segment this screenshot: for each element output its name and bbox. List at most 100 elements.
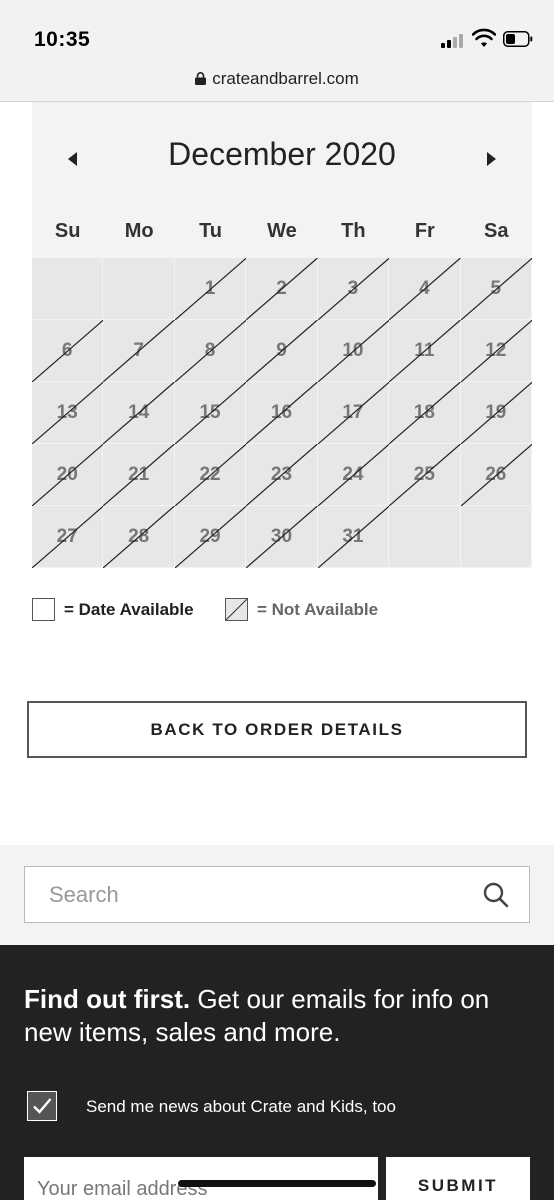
calendar-empty-cell bbox=[103, 258, 175, 320]
calendar-day: 16 bbox=[246, 382, 318, 444]
calendar-month-title: December 2020 bbox=[168, 136, 396, 172]
unavailable-strike bbox=[103, 506, 175, 568]
calendar-day: 26 bbox=[460, 444, 532, 506]
unavailable-strike bbox=[460, 444, 532, 506]
crate-and-kids-checkbox-label: Send me news about Crate and Kids, too bbox=[86, 1097, 396, 1116]
search-icon[interactable] bbox=[483, 882, 509, 908]
weekday-label: Sa bbox=[484, 220, 509, 242]
unavailable-strike bbox=[317, 320, 390, 382]
email-box bbox=[24, 1157, 378, 1200]
browser-url-bar[interactable]: crateandbarrel.com bbox=[0, 60, 554, 102]
search-section bbox=[0, 845, 554, 945]
calendar-day: 11 bbox=[389, 320, 461, 382]
weekday-label: Mo bbox=[124, 220, 154, 242]
unavailable-strike bbox=[246, 320, 318, 382]
calendar-day: 1 bbox=[174, 258, 247, 320]
unavailable-strike bbox=[317, 506, 390, 568]
calendar-day: 19 bbox=[460, 382, 532, 444]
unavailable-strike bbox=[174, 258, 247, 320]
unavailable-strike bbox=[246, 382, 318, 444]
calendar-day: 10 bbox=[317, 320, 390, 382]
previous-month-button[interactable] bbox=[62, 146, 84, 172]
calendar-day: 14 bbox=[103, 382, 175, 444]
search-box bbox=[24, 866, 530, 923]
calendar-day: 25 bbox=[389, 444, 461, 506]
calendar-day: 22 bbox=[174, 444, 247, 506]
calendar-day: 27 bbox=[32, 506, 104, 568]
calendar-day: 5 bbox=[460, 258, 532, 320]
unavailable-strike bbox=[460, 258, 532, 320]
unavailable-strike bbox=[32, 506, 104, 568]
cellular-signal-icon bbox=[441, 32, 465, 48]
unavailable-strike bbox=[32, 444, 104, 506]
unavailable-strike bbox=[389, 444, 461, 506]
calendar-day: 13 bbox=[32, 382, 104, 444]
weekday-label: Th bbox=[341, 220, 366, 242]
calendar-day: 29 bbox=[174, 506, 247, 568]
calendar-day: 18 bbox=[389, 382, 461, 444]
newsletter-signup: Find out first. Get our emails for info … bbox=[0, 945, 554, 1200]
calendar-day: 4 bbox=[389, 258, 461, 320]
calendar-day: 23 bbox=[246, 444, 318, 506]
unavailable-strike bbox=[32, 382, 104, 444]
unavailable-strike bbox=[317, 382, 390, 444]
unavailable-strike bbox=[389, 258, 461, 320]
weekday-label: Su bbox=[54, 220, 81, 242]
wifi-icon bbox=[472, 28, 496, 47]
status-time: 10:35 bbox=[34, 28, 91, 51]
calendar-day: 6 bbox=[32, 320, 104, 382]
search-input[interactable] bbox=[25, 867, 465, 922]
calendar-day: 3 bbox=[317, 258, 390, 320]
calendar-day: 17 bbox=[317, 382, 390, 444]
unavailable-strike bbox=[246, 444, 318, 506]
calendar-empty-cell bbox=[389, 506, 461, 568]
not-available-swatch bbox=[225, 598, 248, 621]
calendar-day: 7 bbox=[103, 320, 175, 382]
next-month-button[interactable] bbox=[480, 146, 502, 172]
unavailable-strike bbox=[174, 506, 247, 568]
unavailable-strike bbox=[103, 444, 175, 506]
weekday-label: Fr bbox=[414, 220, 435, 242]
calendar-day: 28 bbox=[103, 506, 175, 568]
calendar-day: 20 bbox=[32, 444, 104, 506]
unavailable-strike bbox=[174, 382, 247, 444]
unavailable-strike bbox=[103, 382, 175, 444]
unavailable-strike bbox=[389, 382, 461, 444]
calendar-day: 24 bbox=[317, 444, 390, 506]
unavailable-strike bbox=[174, 444, 247, 506]
delivery-calendar: December 2020 Su Mo Tu We Th Fr Sa 12345… bbox=[32, 102, 532, 568]
unavailable-strike bbox=[174, 320, 247, 382]
calendar-day: 9 bbox=[246, 320, 318, 382]
unavailable-strike bbox=[246, 258, 318, 320]
weekday-label: We bbox=[267, 220, 297, 242]
unavailable-strike bbox=[103, 320, 175, 382]
back-to-order-details-button[interactable]: BACK TO ORDER DETAILS bbox=[27, 701, 527, 758]
newsletter-headline-bold: Find out first. bbox=[24, 984, 191, 1014]
unavailable-strike bbox=[246, 506, 318, 568]
unavailable-strike bbox=[32, 320, 104, 382]
legend-available-label: = Date Available bbox=[64, 600, 194, 619]
calendar-day: 21 bbox=[103, 444, 175, 506]
unavailable-strike bbox=[317, 444, 390, 506]
calendar-empty-cell bbox=[32, 258, 104, 320]
available-swatch bbox=[32, 598, 55, 621]
legend-not-available-label: = Not Available bbox=[257, 600, 379, 619]
calendar-day: 30 bbox=[246, 506, 318, 568]
calendar-day-grid: 1 2 3 4 5 6 7 8 9 10 11 12 13 14 15 16 17 18 19 20 21 22 23 24 2… bbox=[32, 258, 532, 568]
calendar-day: 8 bbox=[174, 320, 247, 382]
calendar-empty-cell bbox=[460, 506, 532, 568]
crate-and-kids-checkbox[interactable] bbox=[27, 1091, 57, 1121]
unavailable-strike bbox=[460, 320, 532, 382]
status-bar: 10:35 bbox=[0, 0, 554, 60]
calendar-day: 12 bbox=[460, 320, 532, 382]
email-input[interactable] bbox=[25, 1158, 377, 1200]
calendar-day: 15 bbox=[174, 382, 247, 444]
url-text: crateandbarrel.com bbox=[212, 69, 359, 88]
weekday-header: Su Mo Tu We Th Fr Sa bbox=[32, 220, 532, 248]
calendar-day: 2 bbox=[246, 258, 318, 320]
unavailable-strike bbox=[389, 320, 461, 382]
unavailable-strike bbox=[460, 382, 532, 444]
calendar-day: 31 bbox=[317, 506, 390, 568]
submit-button[interactable]: SUBMIT bbox=[386, 1157, 530, 1200]
weekday-label: Tu bbox=[199, 220, 223, 242]
